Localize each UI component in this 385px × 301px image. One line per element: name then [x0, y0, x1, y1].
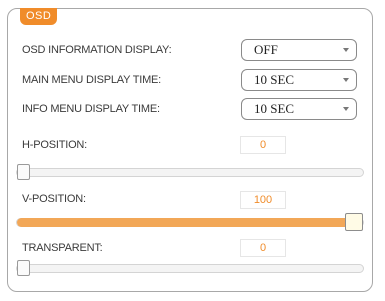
main-menu-time-value: 10 SEC — [254, 72, 295, 87]
v-position-slider-thumb[interactable] — [345, 213, 363, 231]
h-position-slider-thumb[interactable] — [17, 164, 30, 180]
info-menu-time-select[interactable]: 10 SEC — [241, 98, 357, 120]
chevron-down-icon — [343, 78, 349, 82]
h-position-label: H-POSITION: — [22, 139, 88, 151]
osd-info-select[interactable]: OFF — [241, 39, 357, 61]
chevron-down-icon — [343, 107, 349, 111]
transparent-label: TRANSPARENT: — [22, 242, 103, 254]
v-position-value[interactable]: 100 — [240, 191, 286, 209]
v-position-label: V-POSITION: — [22, 193, 86, 205]
h-position-value[interactable]: 0 — [240, 136, 286, 154]
osd-info-label: OSD INFORMATION DISPLAY: — [22, 44, 172, 56]
main-menu-time-label: MAIN MENU DISPLAY TIME: — [22, 74, 162, 86]
osd-info-value: OFF — [254, 42, 278, 57]
h-position-slider[interactable] — [16, 164, 364, 180]
transparent-value[interactable]: 0 — [240, 239, 286, 257]
osd-settings-panel: OSD OSD INFORMATION DISPLAY: OFF MAIN ME… — [7, 8, 373, 292]
transparent-slider[interactable] — [16, 260, 364, 276]
info-menu-time-label: INFO MENU DISPLAY TIME: — [22, 103, 160, 115]
v-position-slider[interactable] — [16, 213, 364, 231]
main-menu-time-select[interactable]: 10 SEC — [241, 69, 357, 91]
v-position-slider-fill — [17, 218, 354, 227]
chevron-down-icon — [343, 48, 349, 52]
transparent-slider-thumb[interactable] — [17, 260, 30, 276]
info-menu-time-value: 10 SEC — [254, 101, 295, 116]
panel-title: OSD — [20, 8, 58, 25]
